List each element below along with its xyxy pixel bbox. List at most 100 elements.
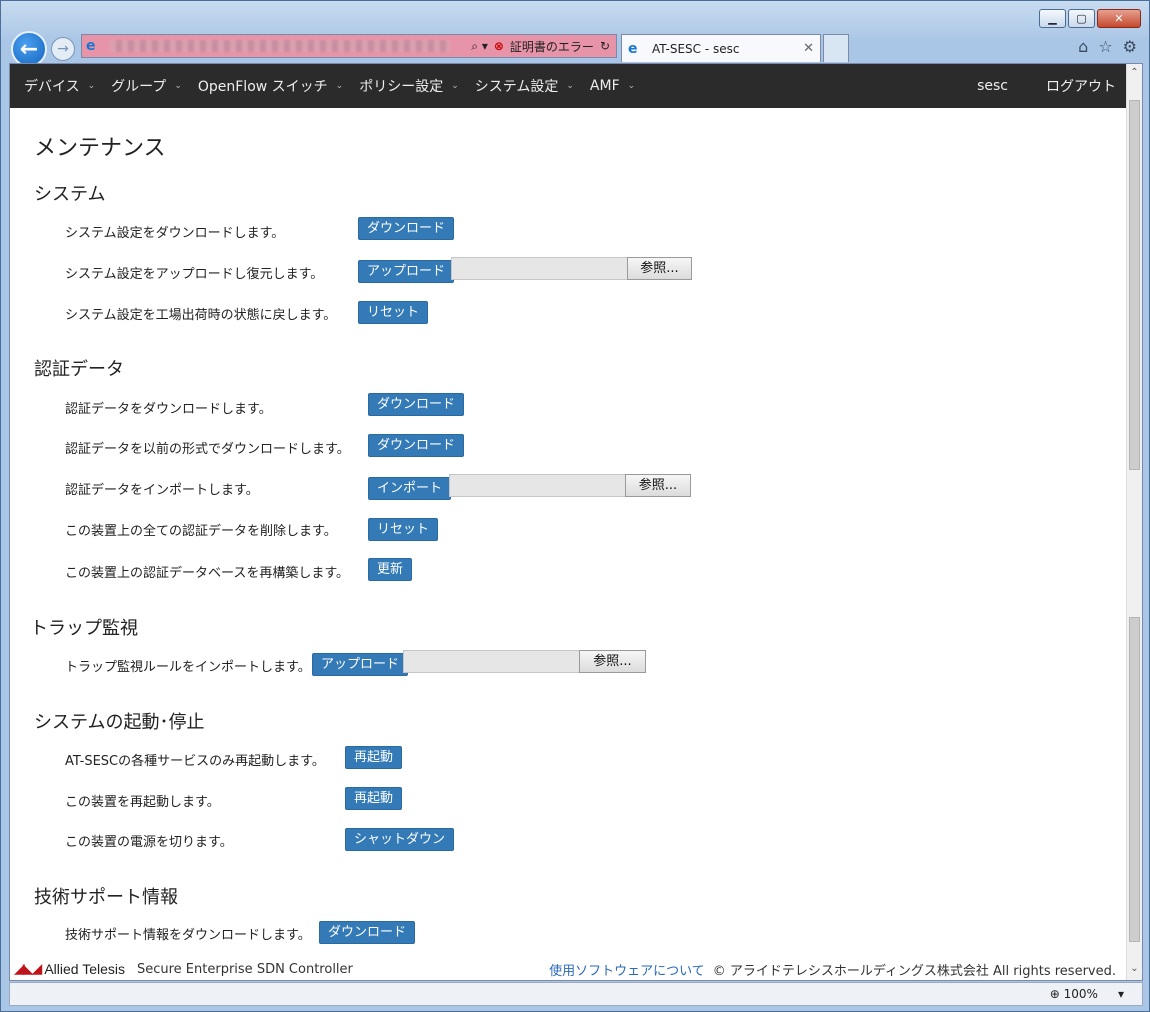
address-bar[interactable]: e ⌕ ▾ ⊗ 証明書のエラー ↻ (81, 34, 617, 58)
home-icon[interactable]: ⌂ (1078, 37, 1088, 56)
restart-services-button[interactable]: 再起動 (345, 746, 403, 769)
close-window-button[interactable]: ✕ (1097, 9, 1141, 28)
auth-import-browse-button[interactable]: 参照... (625, 474, 691, 497)
auth-delete-all-label: この装置上の全ての認証データを削除します。 (65, 524, 337, 539)
nav-system-settings[interactable]: システム設定 ⌄ (467, 76, 582, 96)
browser-window: ▁ ▢ ✕ ← → e ⌕ ▾ ⊗ 証明書のエラー ↻ e AT-SESC - … (0, 0, 1150, 1012)
logo-text: Allied Telesis (44, 961, 125, 977)
system-upload-button[interactable]: アップロード (358, 260, 455, 283)
auth-import-file-field[interactable] (449, 474, 626, 497)
section-heading-power: システムの起動･停止 (34, 712, 205, 733)
nav-label: ポリシー設定 (359, 79, 444, 95)
chevron-down-icon: ⌄ (627, 81, 636, 91)
nav-label: OpenFlow スイッチ (197, 79, 328, 95)
nav-label: AMF (589, 78, 620, 94)
scroll-down-arrow-icon[interactable]: ⌄ (1127, 960, 1142, 978)
cert-error-icon[interactable]: ⊗ (494, 39, 504, 53)
auth-import-label: 認証データをインポートします。 (65, 483, 259, 498)
system-download-label: システム設定をダウンロードします。 (65, 226, 285, 241)
nav-label: グループ (111, 79, 167, 95)
nav-devices[interactable]: デバイス ⌄ (16, 76, 103, 96)
section-heading-auth: 認証データ (34, 359, 124, 380)
system-upload-browse-button[interactable]: 参照... (627, 257, 692, 280)
scroll-up-arrow-icon[interactable]: ⌃ (1127, 64, 1142, 82)
tab-close-icon[interactable]: ✕ (803, 41, 814, 56)
chevron-down-icon: ⌄ (87, 81, 96, 91)
zoom-control[interactable]: ⊕ 100% (1050, 987, 1098, 1001)
cert-error-label[interactable]: 証明書のエラー (510, 38, 594, 55)
section-heading-support: 技術サポート情報 (34, 887, 178, 908)
allied-telesis-logo-mark-icon: ◢◣◢ (14, 961, 42, 977)
trap-upload-browse-button[interactable]: 参照... (579, 650, 646, 673)
system-reset-label: システム設定を工場出荷時の状態に戻します。 (65, 308, 337, 323)
auth-download-label: 認証データをダウンロードします。 (65, 402, 272, 417)
search-dropdown-icon[interactable]: ⌕ ▾ (471, 39, 488, 54)
refresh-icon[interactable]: ↻ (600, 39, 610, 53)
chevron-down-icon: ⌄ (451, 81, 459, 91)
address-url-blurred (110, 40, 450, 52)
back-arrow-icon: ← (19, 36, 39, 62)
auth-import-button[interactable]: インポート (368, 477, 452, 500)
zoom-icon: ⊕ (1049, 987, 1060, 1001)
scrollbar-track-upper[interactable] (1129, 100, 1140, 470)
copyright-text: © アライドテレシスホールディングス株式会社 All rights reserv… (712, 963, 1116, 979)
forward-button[interactable]: → (51, 37, 75, 61)
allied-telesis-logo: ◢◣◢ Allied Telesis (10, 961, 125, 977)
app-top-nav: デバイス ⌄ グループ ⌄ OpenFlow スイッチ ⌄ ポリシー設定 ⌄ システム設… (10, 64, 1128, 108)
system-upload-label: システム設定をアップロードし復元します。 (65, 267, 324, 282)
back-button[interactable]: ← (11, 31, 47, 67)
section-heading-system: システム (34, 184, 106, 205)
minimize-button[interactable]: ▁ (1039, 9, 1066, 28)
nav-user[interactable]: sesc (947, 78, 1038, 94)
shutdown-button[interactable]: シャットダウン (345, 828, 455, 851)
scrollbar-thumb[interactable] (1129, 617, 1140, 942)
support-download-label: 技術サポート情報をダウンロードします。 (65, 928, 311, 943)
page-footer: ◢◣◢ Allied Telesis Secure Enterprise SDN… (10, 958, 1128, 980)
auth-legacy-download-button[interactable]: ダウンロード (368, 434, 465, 457)
zoom-level: 100% (1063, 987, 1098, 1001)
trap-upload-file-field[interactable] (403, 650, 580, 673)
auth-update-button[interactable]: 更新 (368, 558, 413, 581)
new-tab-button[interactable] (823, 34, 849, 62)
nav-logout[interactable]: ログアウト (1038, 76, 1128, 96)
window-controls: ▁ ▢ ✕ (1039, 9, 1141, 28)
trap-upload-button[interactable]: アップロード (312, 653, 409, 676)
maximize-button[interactable]: ▢ (1068, 9, 1095, 28)
nav-groups[interactable]: グループ ⌄ (103, 76, 190, 96)
section-heading-trap: トラップ監視 (30, 618, 138, 639)
auth-download-button[interactable]: ダウンロード (368, 393, 465, 416)
nav-amf[interactable]: AMF ⌄ (582, 78, 643, 94)
chevron-down-icon: ⌄ (335, 81, 344, 91)
maintenance-content: メンテナンス システム システム設定をダウンロードします。 ダウンロード システ… (10, 108, 1128, 980)
favorites-star-icon[interactable]: ☆ (1098, 37, 1112, 56)
browser-nav-row: ← → e ⌕ ▾ ⊗ 証明書のエラー ↻ e AT-SESC - sesc ✕… (9, 31, 1141, 67)
nav-openflow-switch[interactable]: OpenFlow スイッチ ⌄ (190, 76, 351, 96)
restart-services-label: AT-SESCの各種サービスのみ再起動します。 (65, 754, 325, 769)
browser-toolbar-icons: ⌂ ☆ ⚙ (1078, 37, 1137, 56)
nav-label: システム設定 (474, 79, 559, 95)
vertical-scrollbar[interactable]: ⌃ ⌄ (1126, 64, 1142, 980)
trap-import-label: トラップ監視ルールをインポートします。 (65, 660, 311, 675)
auth-rebuild-db-label: この装置上の認証データベースを再構築します。 (65, 566, 350, 581)
nav-policy-settings[interactable]: ポリシー設定 ⌄ (351, 76, 467, 96)
system-download-button[interactable]: ダウンロード (358, 217, 455, 240)
settings-gear-icon[interactable]: ⚙ (1123, 37, 1137, 56)
system-reset-button[interactable]: リセット (358, 301, 429, 324)
system-upload-file-field[interactable] (451, 257, 628, 280)
product-name: Secure Enterprise SDN Controller (136, 961, 353, 977)
address-bar-icons: ⌕ ▾ ⊗ 証明書のエラー ↻ (471, 38, 616, 55)
auth-reset-button[interactable]: リセット (368, 518, 439, 541)
software-info-link[interactable]: 使用ソフトウェアについて (549, 960, 705, 979)
browser-status-bar: ⊕ 100% ▾ (9, 982, 1143, 1006)
forward-arrow-icon: → (57, 41, 69, 57)
page-title: メンテナンス (34, 136, 166, 161)
reboot-device-label: この装置を再起動します。 (65, 795, 220, 810)
chevron-down-icon: ⌄ (566, 81, 574, 91)
browser-tab-active[interactable]: e AT-SESC - sesc ✕ (621, 34, 821, 62)
support-download-button[interactable]: ダウンロード (319, 921, 416, 944)
reboot-device-button[interactable]: 再起動 (345, 787, 403, 810)
chevron-down-icon: ⌄ (174, 81, 182, 91)
nav-label: デバイス (24, 79, 80, 95)
tab-title: AT-SESC - sesc (652, 41, 740, 56)
zoom-dropdown-icon[interactable]: ▾ (1118, 987, 1124, 1001)
